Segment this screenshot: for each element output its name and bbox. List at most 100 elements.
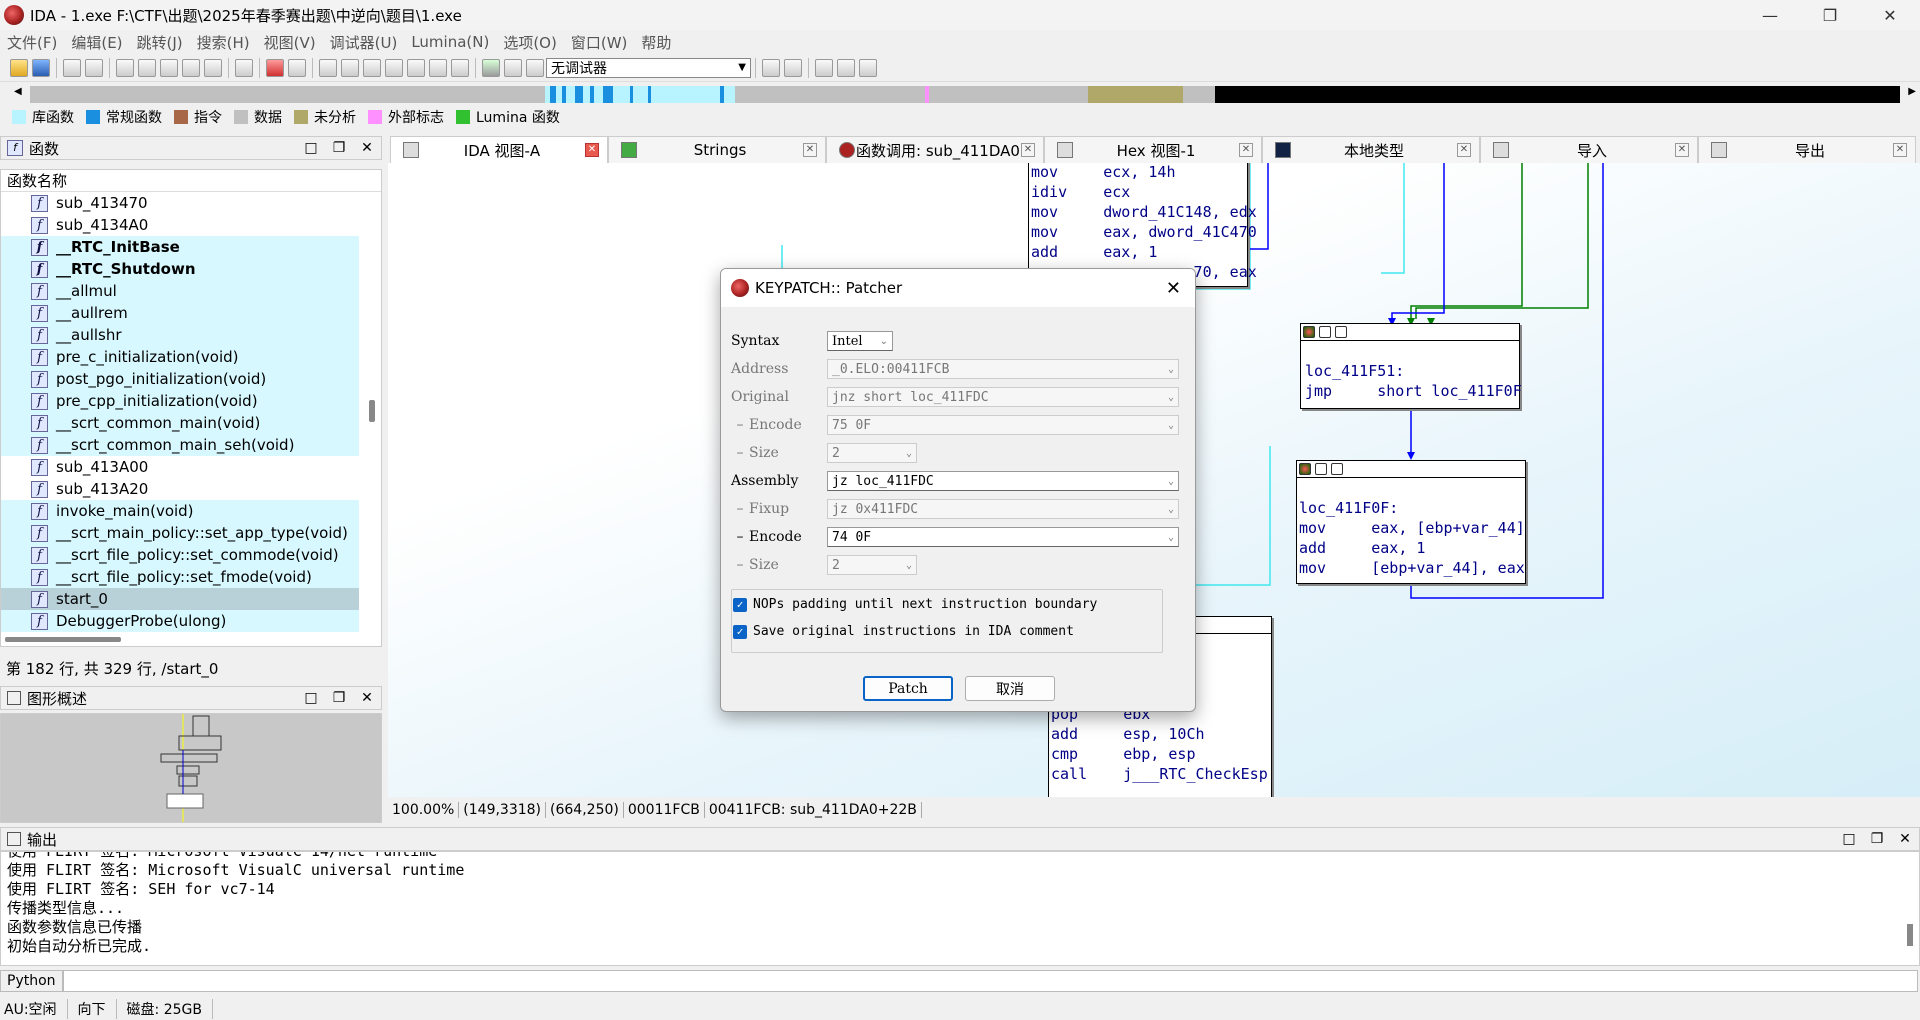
asm-line[interactable]: jmp short loc_411F0F [1305,381,1522,401]
tab-imports[interactable]: 导入 ✕ [1480,136,1698,163]
asm-line[interactable]: loc_411F0F: [1299,498,1523,518]
function-row[interactable]: f __aullshr [1,324,359,346]
toolbar-icon-k[interactable] [429,58,447,77]
new-encode-field[interactable]: 74 0F ⌄ [827,527,1179,547]
tab-close-icon[interactable]: ✕ [1021,143,1035,157]
tab-local-types[interactable]: 本地类型 ✕ [1262,136,1480,163]
graph-overview[interactable] [0,713,382,823]
toolbar-icon-h[interactable] [363,58,381,77]
dialog-close-icon[interactable]: ✕ [1166,278,1181,299]
function-row[interactable]: f sub_4134A0 [1,214,381,236]
toolbar-icon-j[interactable] [407,58,425,77]
asm-line[interactable]: add eax, 1 [1031,242,1245,262]
tab-close-icon[interactable]: ✕ [1893,143,1907,157]
syntax-select[interactable]: Intel ⌄ [827,331,893,351]
toolbar-icon-l[interactable] [451,58,469,77]
function-row[interactable]: f post_pgo_initialization(void) [1,368,359,390]
function-row[interactable]: f __scrt_main_policy::set_app_type(void) [1,522,359,544]
navigation-band[interactable]: ◀ ▶ [0,84,1920,104]
node-rename-icon[interactable] [1319,326,1331,338]
menu-jump[interactable]: 跳转(J) [130,32,190,53]
tab-close-icon[interactable]: ✕ [585,143,599,157]
panel-float-icon[interactable]: ❐ [1863,831,1891,847]
function-row[interactable]: f __aullrem [1,302,359,324]
menu-view[interactable]: 视图(V) [257,32,323,53]
asm-line[interactable]: mov [ebp+var_44], eax [1299,558,1525,578]
panel-maximize-icon[interactable]: □ [297,140,325,156]
function-row[interactable]: f DebuggerProbe(ulong) [1,610,359,632]
toolbar-icon-a[interactable] [116,58,134,77]
nop-padding-checkbox[interactable]: ✓ NOPs padding until next instruction bou… [733,597,1097,612]
asm-line[interactable]: mov eax, dword_41C470 [1031,222,1257,242]
menu-edit[interactable]: 编辑(E) [64,32,129,53]
play-icon[interactable] [482,58,500,77]
menu-options[interactable]: 选项(O) [496,32,564,53]
toolbar-icon-d[interactable] [182,58,200,77]
tab-close-icon[interactable]: ✕ [1675,143,1689,157]
nav-right-arrow[interactable]: ▶ [1908,86,1916,97]
panel-maximize-icon[interactable]: □ [297,690,325,706]
function-row[interactable]: f __scrt_common_main(void) [1,412,359,434]
stop-icon[interactable] [266,58,284,77]
circle-icon[interactable] [288,58,306,77]
panel-float-icon[interactable]: ❐ [325,140,353,156]
tab-close-icon[interactable]: ✕ [803,143,817,157]
function-row[interactable]: f __scrt_common_main_seh(void) [1,434,359,456]
tab-function-calls[interactable]: 函数调用: sub_411DA0 ✕ [826,136,1044,163]
functions-vertical-scrollbar[interactable] [369,400,375,422]
function-row[interactable]: f sub_413A00 [1,456,381,478]
function-row[interactable]: f __RTC_Shutdown [1,258,359,280]
toolbar-icon-c[interactable] [160,58,178,77]
minimize-button[interactable]: — [1740,6,1800,25]
function-row[interactable]: f invoke_main(void) [1,500,359,522]
tab-ida-view-a[interactable]: IDA 视图-A ✕ [390,136,608,163]
text-icon[interactable] [235,58,253,77]
functions-list[interactable]: 函数名称 f sub_413470 f sub_4134A0 f __RTC_InitBa… [0,169,382,647]
panel-close-icon[interactable]: ✕ [353,140,381,156]
panel-float-icon[interactable]: ❐ [325,690,353,706]
asm-line[interactable]: call j___RTC_CheckEsp [1051,764,1269,784]
asm-line[interactable]: mov ecx, 14h [1031,163,1245,182]
output-scrollbar[interactable] [1907,924,1913,946]
menu-file[interactable]: 文件(F) [0,32,64,53]
back-icon[interactable] [63,58,81,77]
cancel-button[interactable]: 取消 [965,676,1055,701]
function-row[interactable]: f pre_c_initialization(void) [1,346,359,368]
open-file-icon[interactable] [10,58,28,77]
tab-close-icon[interactable]: ✕ [1457,143,1471,157]
panel-close-icon[interactable]: ✕ [353,690,381,706]
function-row[interactable]: f sub_413470 [1,192,381,214]
maximize-button[interactable]: ❐ [1800,6,1860,25]
save-comment-checkbox[interactable]: ✓ Save original instructions in IDA comme… [733,624,1074,639]
menu-lumina[interactable]: Lumina(N) [404,33,496,51]
toolbar-icon-o[interactable] [815,58,833,77]
function-row[interactable]: f __RTC_InitBase [1,236,359,258]
toolbar-icon-q[interactable] [859,58,877,77]
python-command-input[interactable] [62,970,1918,992]
function-row[interactable]: f pre_cpp_initialization(void) [1,390,359,412]
function-row[interactable]: f __allmul [1,280,359,302]
node-color-icon[interactable] [1299,463,1311,475]
pause-icon[interactable] [504,58,522,77]
toolbar-icon-f[interactable] [319,58,337,77]
asm-line[interactable]: cmp ebp, esp [1051,744,1269,764]
asm-line[interactable]: loc_411F51: [1305,361,1515,381]
function-row[interactable]: f sub_413A20 [1,478,381,500]
tab-close-icon[interactable]: ✕ [1239,143,1253,157]
assembly-input[interactable]: jz loc_411FDC ⌄ [827,471,1179,491]
debugger-select[interactable]: 无调试器 ▼ [546,57,751,78]
tab-strings[interactable]: Strings ✕ [608,136,826,163]
functions-horizontal-scrollbar[interactable] [5,637,121,642]
menu-debugger[interactable]: 调试器(U) [323,32,405,53]
forward-icon[interactable] [85,58,103,77]
graph-node-loc-411f0f[interactable]: loc_411F0F: mov eax, [ebp+var_44] add eax,… [1296,460,1526,584]
output-log[interactable]: 使用 FLIRT 签名: Microsoft VisualC 14/net ru… [0,851,1920,966]
panel-close-icon[interactable]: ✕ [1891,831,1919,847]
function-row[interactable]: f __scrt_file_policy::set_commode(void) [1,544,359,566]
toolbar-icon-b[interactable] [138,58,156,77]
asm-line[interactable]: mov eax, [ebp+var_44] [1299,518,1525,538]
node-rename-icon[interactable] [1315,463,1327,475]
tab-exports[interactable]: 导出 ✕ [1698,136,1916,163]
graph-node-loc-411f51[interactable]: loc_411F51: jmp short loc_411F0F [1300,323,1522,409]
node-graph-icon[interactable] [1331,463,1343,475]
